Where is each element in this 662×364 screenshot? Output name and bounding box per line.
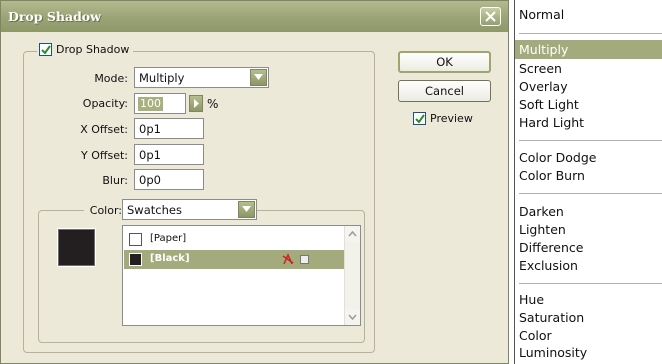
checkmark-icon [41,45,51,55]
menu-item-color-burn[interactable]: Color Burn [519,168,585,183]
menu-item-color[interactable]: Color [519,328,552,343]
menu-item-exclusion[interactable]: Exclusion [519,258,578,273]
swatch-chip [129,253,142,266]
swatch-row-black[interactable]: [Black] [124,250,345,269]
swatch-name: [Paper] [150,233,187,244]
y-offset-input[interactable]: 0p1 [134,144,204,165]
drop-shadow-label: Drop Shadow [56,43,130,56]
menu-item-screen[interactable]: Screen [519,61,562,76]
menu-item-difference[interactable]: Difference [519,240,583,255]
mode-label: Mode: [94,72,128,85]
menu-item-hard-light[interactable]: Hard Light [519,115,584,130]
mode-select[interactable]: Multiply [134,67,269,88]
title-bar[interactable]: Drop Shadow [1,1,508,32]
menu-item-darken[interactable]: Darken [519,204,564,219]
blur-input[interactable]: 0p0 [134,169,204,190]
blur-value: 0p0 [139,173,161,187]
chevron-up-icon [348,230,357,237]
menu-item-overlay[interactable]: Overlay [519,79,568,94]
menu-item-saturation[interactable]: Saturation [519,310,584,325]
menu-item-color-dodge[interactable]: Color Dodge [519,150,596,165]
close-button[interactable] [480,7,501,26]
preview-toggle[interactable]: Preview [413,112,473,125]
menu-item-multiply[interactable]: Multiply [519,42,568,57]
opacity-label: Opacity: [82,97,128,110]
opacity-slider-button[interactable] [189,95,203,112]
scroll-down-button[interactable] [345,309,360,325]
x-offset-value: 0p1 [139,122,161,136]
drop-shadow-checkbox[interactable] [39,43,52,56]
menu-item-normal[interactable]: Normal [519,7,564,22]
swatch-scrollbar[interactable] [344,226,360,325]
blend-mode-menu[interactable]: Normal Multiply Screen Overlay Soft Ligh… [514,0,662,364]
swatch-name: [Black] [150,253,190,264]
chevron-right-icon [194,99,199,108]
menu-item-soft-light[interactable]: Soft Light [519,97,579,112]
color-dropdown-button[interactable] [238,201,255,218]
color-value: Swatches [127,203,182,217]
chevron-down-icon [348,314,357,321]
chevron-down-icon [254,74,263,80]
blur-label: Blur: [102,174,128,187]
x-offset-label: X Offset: [80,123,128,136]
menu-item-hue[interactable]: Hue [519,292,544,307]
ok-button[interactable]: OK [398,51,491,73]
dialog-title: Drop Shadow [8,9,101,24]
drop-shadow-toggle[interactable]: Drop Shadow [37,43,134,56]
menu-separator [519,283,662,284]
swatch-chip [129,233,142,246]
swatch-list[interactable]: [Paper] [Black] [122,225,361,326]
y-offset-label: Y Offset: [81,149,128,162]
menu-separator [519,140,662,141]
preview-label: Preview [430,112,473,125]
menu-item-luminosity[interactable]: Luminosity [519,345,587,360]
process-color-icon [300,255,309,264]
chevron-down-icon [242,206,251,212]
close-icon [485,11,496,22]
cancel-button[interactable]: Cancel [398,80,491,102]
mode-value: Multiply [139,71,185,85]
opacity-unit: % [207,97,219,111]
non-editable-icon [282,253,294,265]
scroll-up-button[interactable] [345,226,360,242]
color-label: Color: [84,204,124,217]
color-select[interactable]: Swatches [122,199,257,220]
mode-dropdown-button[interactable] [250,69,267,86]
drop-shadow-dialog: Drop Shadow Drop Shadow Mode: Multiply O… [0,0,509,364]
menu-separator [519,193,662,194]
preview-checkbox[interactable] [413,112,426,125]
y-offset-value: 0p1 [139,148,161,162]
swatch-row-paper[interactable]: [Paper] [124,230,345,249]
color-preview-swatch [57,228,96,267]
menu-separator [519,33,662,34]
checkmark-icon [415,114,425,124]
opacity-value: 100 [138,97,163,111]
menu-item-lighten[interactable]: Lighten [519,222,566,237]
opacity-input[interactable]: 100 [134,93,186,114]
x-offset-input[interactable]: 0p1 [134,118,204,139]
